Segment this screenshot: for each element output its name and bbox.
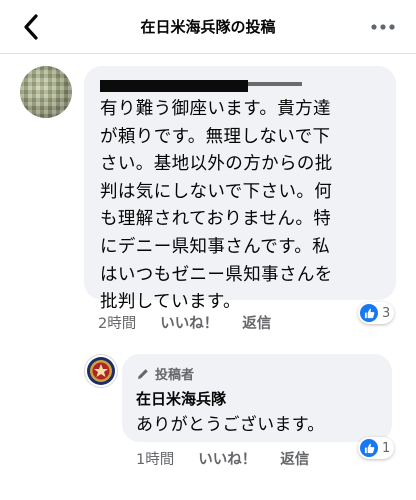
comment-text: 有り難う御座います。貴方達 が頼りです。無理しないで下 さい。基地以外の方からの…	[100, 99, 333, 313]
author-reply-bubble: 投稿者 在日米海兵隊 ありがとうございます。	[122, 354, 392, 442]
reply-timestamp[interactable]: 1時間	[136, 448, 174, 469]
pencil-icon	[138, 368, 148, 379]
author-badge: 投稿者	[136, 364, 194, 383]
comment-actions: 2時間 いいね！ 返信	[98, 312, 295, 332]
redacted-mark	[248, 82, 302, 86]
comment-reply-button[interactable]: 返信	[242, 312, 271, 333]
comment-timestamp[interactable]: 2時間	[98, 312, 136, 333]
marine-corps-emblem-avatar[interactable]	[84, 354, 118, 388]
author-badge-label: 投稿者	[155, 368, 195, 383]
commenter-avatar[interactable]	[20, 66, 72, 118]
reply-actions: 1時間 いいね！ 返信	[136, 448, 333, 468]
comment-reactions[interactable]: 3	[358, 302, 395, 324]
top-bar: 在日米海兵隊の投稿	[0, 0, 416, 54]
reply-reactions[interactable]: 1	[358, 437, 395, 459]
more-options-button[interactable]	[368, 12, 398, 42]
emblem-icon	[87, 357, 115, 385]
like-reaction-icon	[360, 439, 378, 457]
reply-reaction-count: 1	[382, 440, 391, 456]
comment-bubble: 有り難う御座います。貴方達 が頼りです。無理しないで下 さい。基地以外の方からの…	[84, 66, 396, 312]
reply-like-button[interactable]: いいね！	[198, 448, 256, 469]
page-title: 在日米海兵隊の投稿	[140, 18, 276, 36]
comment-reaction-count: 3	[382, 305, 391, 321]
reply-reply-button[interactable]: 返信	[280, 448, 309, 469]
reply-text: ありがとうございます。	[136, 415, 325, 435]
like-reaction-icon	[360, 304, 378, 322]
reply-author-name[interactable]: 在日米海兵隊	[136, 388, 226, 409]
ellipsis-icon	[371, 24, 395, 30]
redacted-commenter-name	[100, 80, 248, 92]
comment-like-button[interactable]: いいね！	[160, 312, 218, 333]
